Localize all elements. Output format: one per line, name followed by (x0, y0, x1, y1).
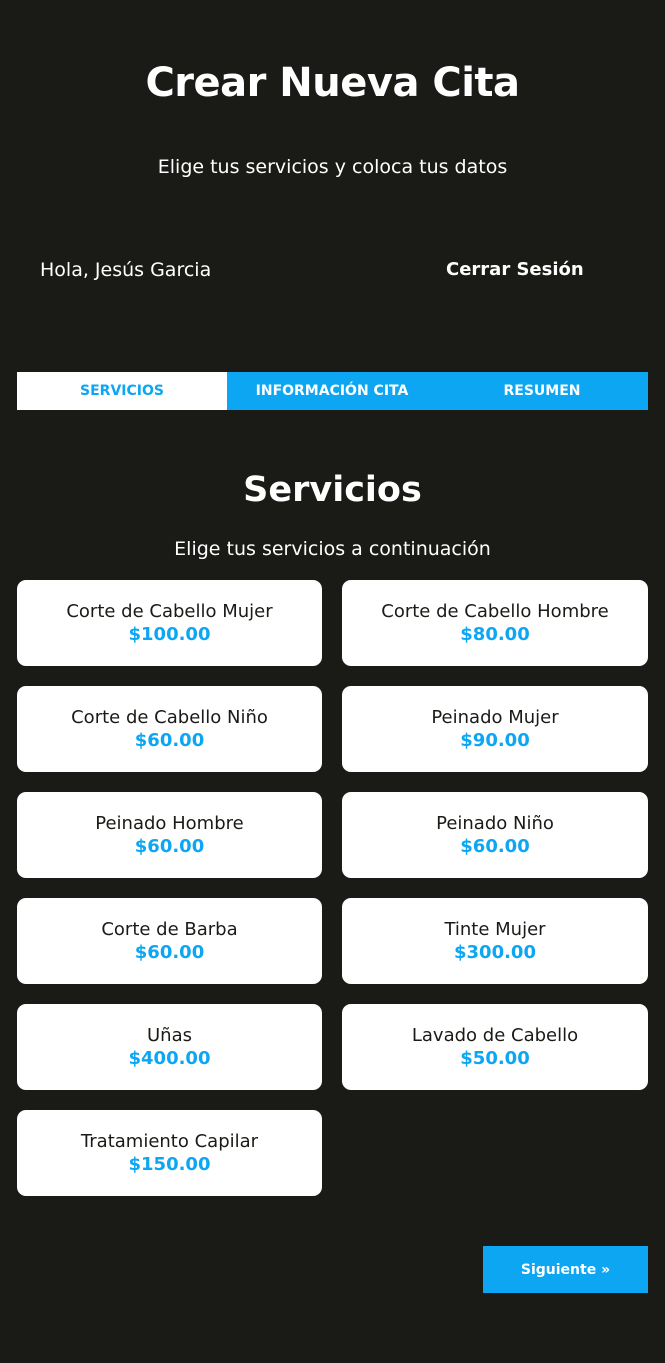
service-card[interactable]: Peinado Niño $60.00 (342, 792, 648, 878)
service-name: Tratamiento Capilar (80, 1131, 259, 1152)
service-card[interactable]: Corte de Cabello Niño $60.00 (17, 686, 322, 772)
service-name: Peinado Niño (436, 813, 554, 834)
service-name: Tinte Mujer (444, 919, 546, 940)
services-grid: Corte de Cabello Mujer $100.00 Corte de … (17, 580, 648, 1196)
service-card[interactable]: Corte de Cabello Hombre $80.00 (342, 580, 648, 666)
service-name: Corte de Cabello Mujer (66, 601, 273, 622)
service-price: $60.00 (460, 836, 530, 857)
logout-link[interactable]: Cerrar Sesión (446, 258, 584, 282)
service-price: $300.00 (454, 942, 536, 963)
service-card[interactable]: Corte de Barba $60.00 (17, 898, 322, 984)
service-name: Corte de Barba (101, 919, 238, 940)
service-price: $90.00 (460, 730, 530, 751)
service-price: $150.00 (128, 1154, 211, 1175)
tab-informacion-cita[interactable]: INFORMACIÓN CITA (227, 372, 437, 410)
tab-servicios[interactable]: SERVICIOS (17, 372, 227, 410)
page-subtitle: Elige tus servicios y coloca tus datos (157, 156, 508, 178)
service-name: Lavado de Cabello (411, 1025, 579, 1046)
service-card[interactable]: Peinado Mujer $90.00 (342, 686, 648, 772)
service-name: Corte de Cabello Niño (71, 707, 268, 728)
service-name: Peinado Hombre (95, 813, 244, 834)
service-name: Peinado Mujer (431, 707, 559, 728)
step-tabs: SERVICIOS INFORMACIÓN CITA RESUMEN (17, 372, 648, 410)
service-price: $80.00 (460, 624, 530, 645)
service-price: $60.00 (134, 942, 205, 963)
service-price: $400.00 (128, 1048, 211, 1069)
service-name: Uñas (147, 1025, 192, 1046)
service-price: $100.00 (128, 624, 211, 645)
service-card[interactable]: Lavado de Cabello $50.00 (342, 1004, 648, 1090)
page-title: Crear Nueva Cita (145, 60, 520, 106)
service-card[interactable]: Tratamiento Capilar $150.00 (17, 1110, 322, 1196)
service-price: $60.00 (134, 730, 205, 751)
service-name: Corte de Cabello Hombre (381, 601, 609, 622)
service-card[interactable]: Corte de Cabello Mujer $100.00 (17, 580, 322, 666)
service-price: $60.00 (134, 836, 205, 857)
next-button[interactable]: Siguiente » (483, 1246, 648, 1293)
user-greeting: Hola, Jesús Garcia (40, 259, 212, 281)
service-card[interactable]: Uñas $400.00 (17, 1004, 322, 1090)
section-subtitle: Elige tus servicios a continuación (174, 538, 491, 560)
service-card[interactable]: Tinte Mujer $300.00 (342, 898, 648, 984)
service-card[interactable]: Peinado Hombre $60.00 (17, 792, 322, 878)
service-price: $50.00 (460, 1048, 530, 1069)
section-title: Servicios (243, 470, 422, 510)
tab-resumen[interactable]: RESUMEN (437, 372, 647, 410)
